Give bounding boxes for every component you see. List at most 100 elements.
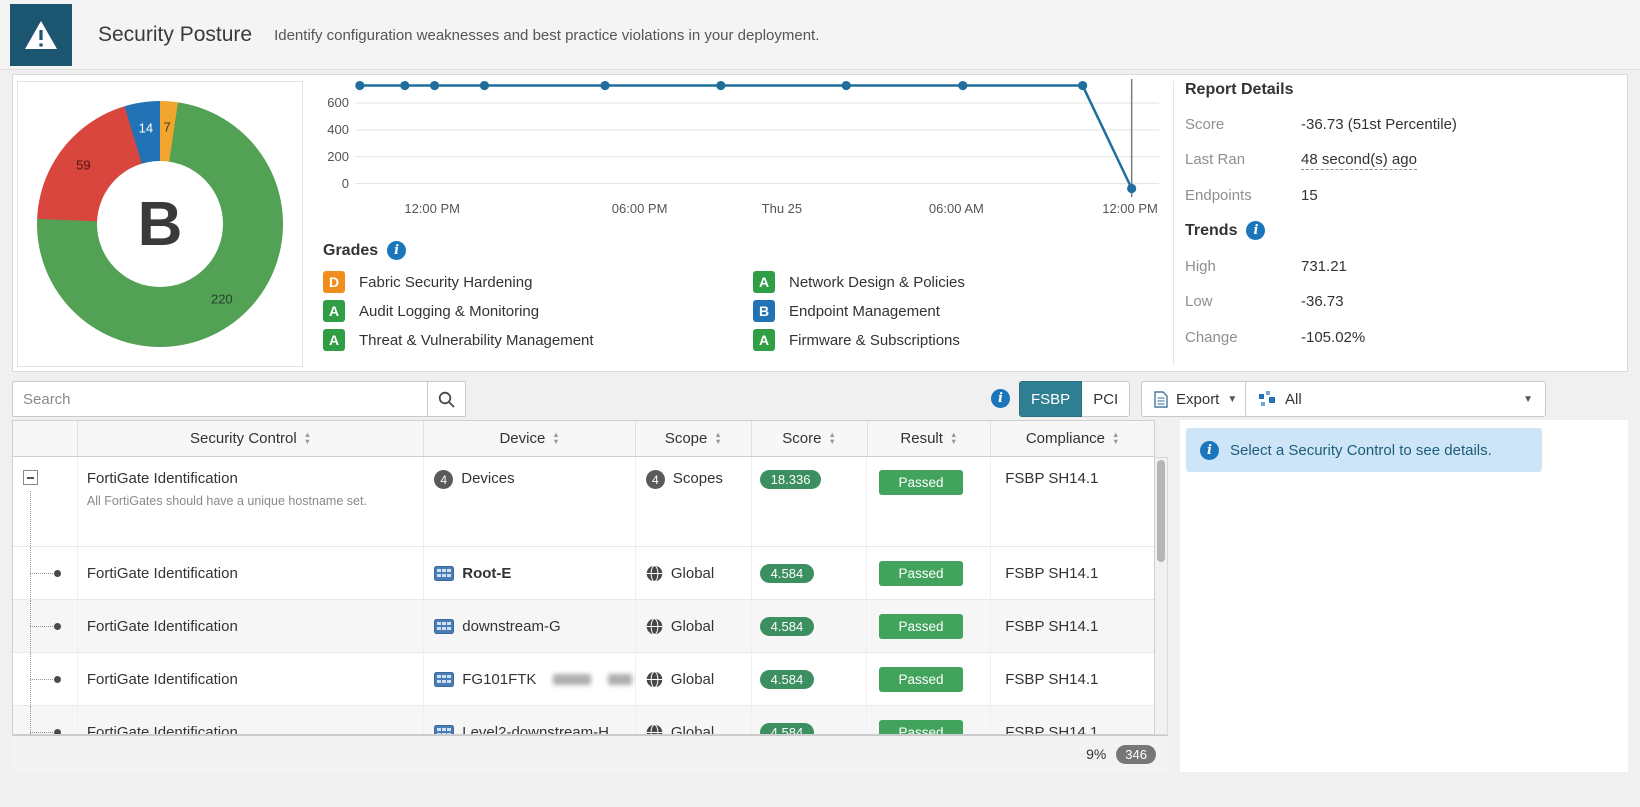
tree-node-dot xyxy=(54,623,61,630)
header-score[interactable]: Score ▲▼ xyxy=(752,421,868,456)
control-details-panel: Select a Security Control to see details… xyxy=(1180,420,1628,772)
control-cell: FortiGate Identification xyxy=(78,706,424,735)
header-scope[interactable]: Scope ▲▼ xyxy=(636,421,752,456)
donut-center: B xyxy=(97,161,223,287)
report-row-low: Low-36.73 xyxy=(1185,293,1344,310)
page-subtitle: Identify configuration weaknesses and be… xyxy=(274,27,819,44)
grade-badge: A xyxy=(753,271,775,293)
result-badge: Passed xyxy=(879,720,962,736)
device-cell: Root-E xyxy=(424,547,636,599)
standard-info-icon[interactable] xyxy=(991,389,1010,408)
scrollbar-thumb[interactable] xyxy=(1157,460,1165,562)
grade-item: A Firmware & Subscriptions xyxy=(753,329,965,351)
x-axis-tick-label: 12:00 PM xyxy=(1085,201,1175,216)
sort-icon: ▲▼ xyxy=(950,432,957,445)
y-axis-tick-label: 0 xyxy=(315,176,349,191)
result-cell: Passed xyxy=(867,653,991,705)
result-badge: Passed xyxy=(879,470,962,495)
redacted-text xyxy=(553,674,591,685)
table-scrollbar[interactable] xyxy=(1155,457,1168,735)
tree-node-dot xyxy=(54,676,61,683)
overall-grade: B xyxy=(138,189,183,260)
last-ran-value[interactable]: 48 second(s) ago xyxy=(1301,151,1417,170)
vertical-divider xyxy=(1173,81,1174,365)
security-controls-table: Security Control ▲▼ Device ▲▼ Scope ▲▼ S… xyxy=(12,420,1155,735)
summary-panel: B 72205914 0 200 400 600 12:00 PM 06:00 PM Th… xyxy=(12,74,1628,372)
device-cell: Level2-downstream-H xyxy=(424,706,636,735)
grade-item: D Fabric Security Hardening xyxy=(323,271,594,293)
x-axis-tick-label: 06:00 PM xyxy=(595,201,685,216)
grade-item: B Endpoint Management xyxy=(753,300,965,322)
info-icon xyxy=(1200,441,1219,460)
report-row-score: Score-36.73 (51st Percentile) xyxy=(1185,116,1457,133)
compliance-cell: FSBP SH14.1 xyxy=(991,653,1154,705)
y-axis-tick-label: 200 xyxy=(315,149,349,164)
y-axis-tick-label: 600 xyxy=(315,95,349,110)
compliance-cell: FSBP SH14.1 xyxy=(991,547,1154,599)
pci-button[interactable]: PCI xyxy=(1082,381,1130,417)
grade-donut-box: B 72205914 xyxy=(17,81,303,367)
control-description: All FortiGates should have a unique host… xyxy=(87,494,367,508)
table-header-row: Security Control ▲▼ Device ▲▼ Scope ▲▼ S… xyxy=(13,421,1154,457)
scope-cell: Global xyxy=(636,547,752,599)
table-row-device[interactable]: FortiGate Identification Root-E Global 4… xyxy=(13,547,1154,600)
score-pill: 4.584 xyxy=(760,617,815,636)
control-cell: FortiGate Identification All FortiGates … xyxy=(78,457,424,546)
header-expand-column xyxy=(13,421,78,456)
score-cell: 4.584 xyxy=(752,547,868,599)
scope-cell: 4 Scopes xyxy=(636,457,752,546)
score-pill: 4.584 xyxy=(760,670,815,689)
sort-icon: ▲▼ xyxy=(304,432,311,445)
score-pill: 4.584 xyxy=(760,564,815,583)
header-result[interactable]: Result ▲▼ xyxy=(868,421,992,456)
scope-filter-dropdown[interactable]: All xyxy=(1245,381,1546,417)
tree-line xyxy=(30,626,53,627)
header-security-control[interactable]: Security Control ▲▼ xyxy=(78,421,424,456)
scope-cell: Global xyxy=(636,706,752,735)
trend-line-svg xyxy=(355,79,1159,197)
sort-icon: ▲▼ xyxy=(552,432,559,445)
score-pill: 18.336 xyxy=(760,470,822,489)
header-compliance[interactable]: Compliance ▲▼ xyxy=(991,421,1154,456)
trends-info-icon[interactable] xyxy=(1246,221,1265,240)
score-trend-chart[interactable] xyxy=(355,79,1159,197)
table-row-device[interactable]: FortiGate Identification FG101FTK Global… xyxy=(13,653,1154,706)
x-axis-tick-label: 12:00 PM xyxy=(387,201,477,216)
total-count-badge: 346 xyxy=(1116,745,1156,764)
globe-icon xyxy=(646,724,663,736)
trends-title: Trends xyxy=(1185,221,1265,240)
search-button[interactable] xyxy=(428,381,466,417)
compliance-cell: FSBP SH14.1 xyxy=(991,457,1154,546)
device-cell: 4 Devices xyxy=(424,457,636,546)
tree-line xyxy=(30,679,53,680)
table-row-parent[interactable]: FortiGate Identification All FortiGates … xyxy=(13,457,1154,547)
x-axis-tick-label: 06:00 AM xyxy=(911,201,1001,216)
fsbp-button[interactable]: FSBP xyxy=(1019,381,1082,417)
result-cell: Passed xyxy=(867,600,991,652)
result-badge: Passed xyxy=(879,561,962,586)
fortigate-device-icon xyxy=(434,619,454,634)
grades-info-icon[interactable] xyxy=(387,241,406,260)
fortigate-device-icon xyxy=(434,566,454,581)
export-button[interactable]: Export xyxy=(1141,381,1250,417)
device-cell: downstream-G xyxy=(424,600,636,652)
x-axis-tick-label: Thu 25 xyxy=(737,201,827,216)
collapse-row-icon[interactable] xyxy=(23,470,38,485)
header-device[interactable]: Device ▲▼ xyxy=(424,421,636,456)
grade-badge: D xyxy=(323,271,345,293)
table-row-device[interactable]: FortiGate Identification Level2-downstre… xyxy=(13,706,1154,735)
result-cell: Passed xyxy=(867,706,991,735)
search-input[interactable] xyxy=(12,381,428,417)
result-badge: Passed xyxy=(879,614,962,639)
tree-cell xyxy=(13,600,78,652)
tree-node-dot xyxy=(54,570,61,577)
tree-line xyxy=(30,706,31,735)
chevron-down-icon xyxy=(1523,394,1533,405)
search-icon xyxy=(438,391,455,408)
tree-line xyxy=(30,491,31,546)
table-body: FortiGate Identification All FortiGates … xyxy=(13,457,1154,735)
table-row-device[interactable]: FortiGate Identification downstream-G Gl… xyxy=(13,600,1154,653)
score-cell: 4.584 xyxy=(752,653,868,705)
y-axis-tick-label: 400 xyxy=(315,122,349,137)
grade-donut-chart[interactable]: B 72205914 xyxy=(37,101,283,347)
